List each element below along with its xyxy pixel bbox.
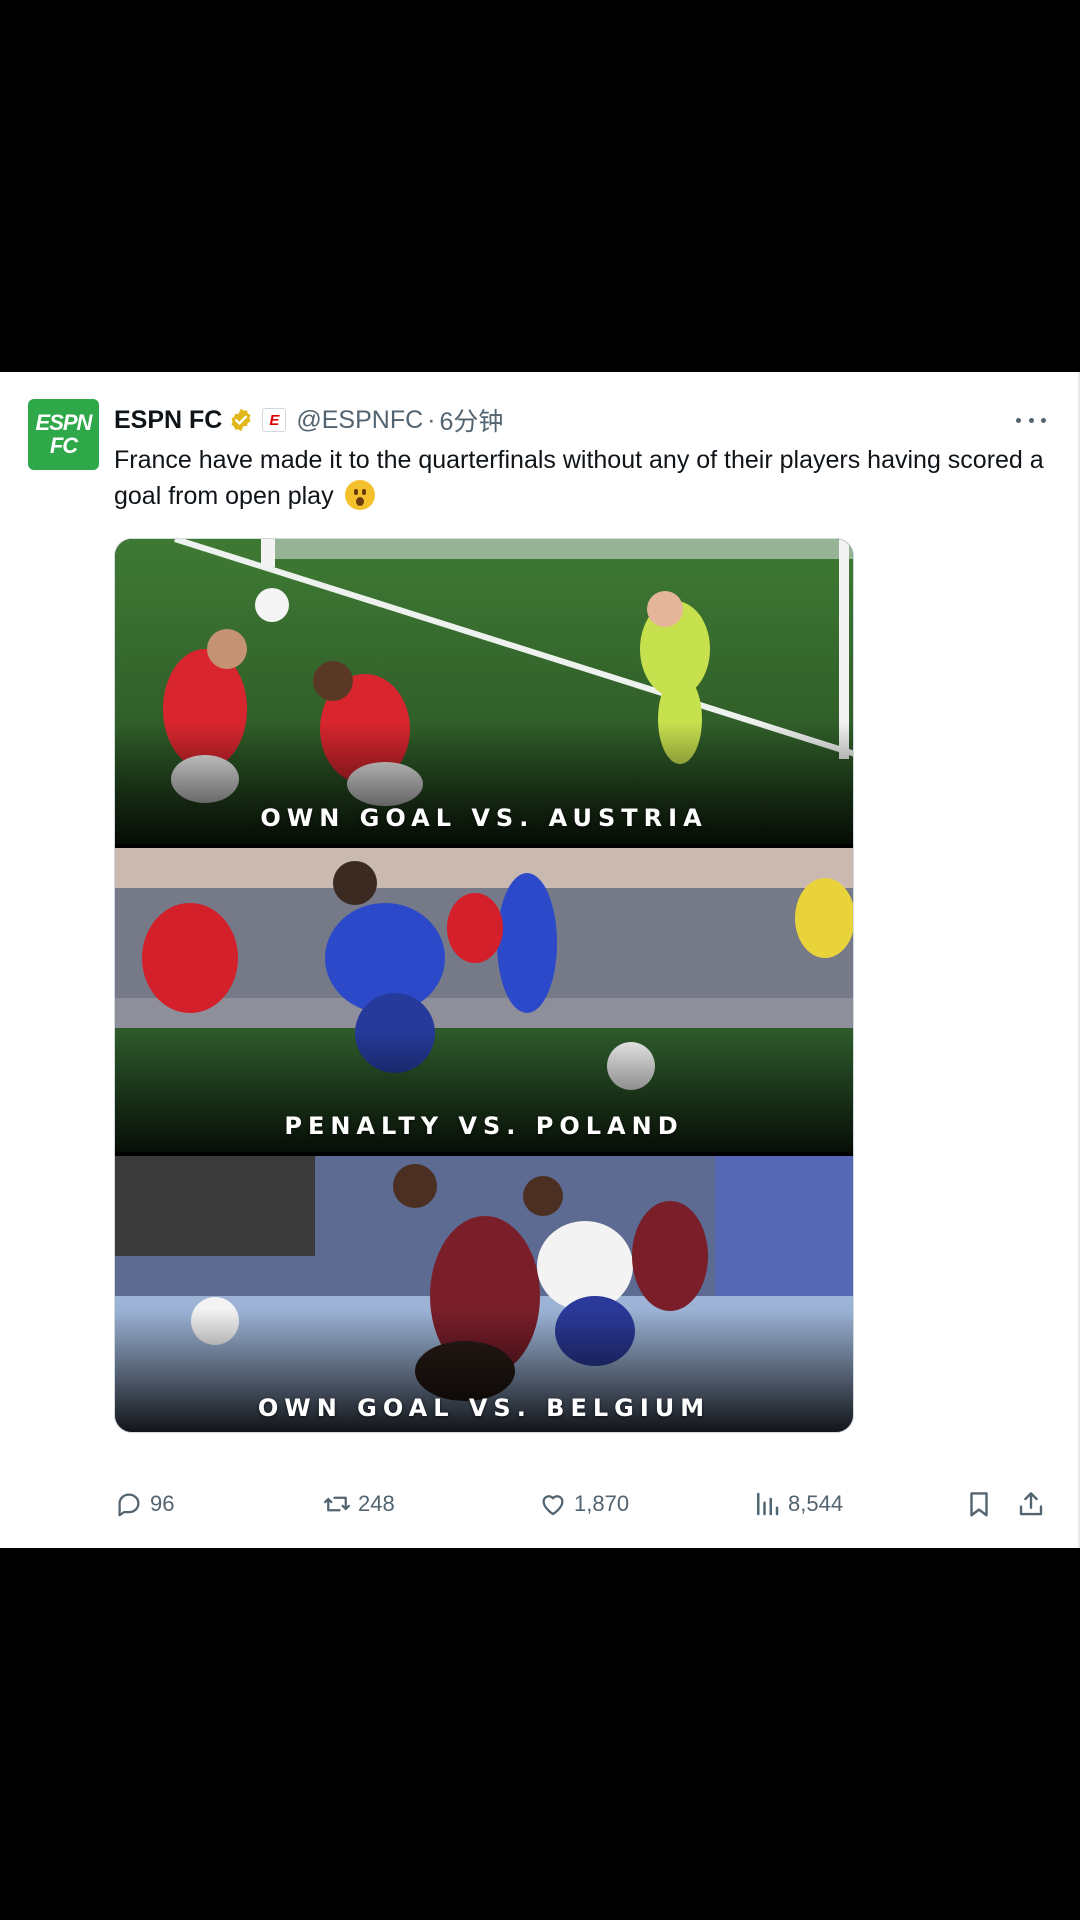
display-name[interactable]: ESPN FC	[114, 406, 222, 435]
share-icon	[1019, 1492, 1043, 1516]
separator-dot: ·	[427, 405, 436, 434]
heart-icon	[542, 1495, 564, 1516]
retweet-icon	[324, 1496, 350, 1512]
reply-button[interactable]: 96	[114, 1484, 174, 1524]
tweet-card[interactable]: ESPN FC ESPN FC E @ESPNFC · 6分钟 France h…	[0, 372, 1080, 1548]
media-panel-austria[interactable]: OWN GOAL VS. AUSTRIA	[115, 539, 853, 844]
share-button[interactable]	[1016, 1484, 1046, 1524]
views-button[interactable]: 8,544	[752, 1484, 843, 1524]
user-handle[interactable]: @ESPNFC	[296, 406, 423, 435]
like-count: 1,870	[574, 1491, 630, 1516]
more-options-icon[interactable]	[1016, 408, 1046, 432]
tweet-actions: 96 248 1,870 8,544	[114, 1484, 1048, 1524]
tweet-body: France have made it to the quarterfinals…	[114, 446, 1044, 510]
avatar-text-line2: FC	[49, 433, 78, 458]
tweet-header: ESPN FC E @ESPNFC · 6分钟	[114, 402, 503, 438]
tweet-media[interactable]: OWN GOAL VS. AUSTRIA PENALTY VS. POLAND …	[114, 538, 854, 1433]
panel-caption-austria: OWN GOAL VS. AUSTRIA	[260, 804, 708, 832]
affiliate-badge-icon[interactable]: E	[262, 408, 287, 432]
affiliate-badge-letter: E	[269, 411, 280, 429]
avatar-text-line1: ESPN	[35, 410, 93, 435]
retweet-count: 248	[358, 1491, 395, 1516]
tweet-text: France have made it to the quarterfinals…	[114, 442, 1054, 514]
verified-icon[interactable]	[228, 407, 254, 433]
like-button[interactable]: 1,870	[538, 1484, 629, 1524]
panel-caption-poland: PENALTY VS. POLAND	[284, 1112, 684, 1140]
media-panel-belgium[interactable]: OWN GOAL VS. BELGIUM	[115, 1156, 853, 1432]
reply-icon	[118, 1493, 140, 1517]
belgium-photo	[115, 1156, 853, 1432]
views-bar-chart-icon	[757, 1492, 779, 1516]
poland-photo	[115, 848, 853, 1152]
bookmark-icon	[970, 1492, 988, 1517]
panel-caption-belgium: OWN GOAL VS. BELGIUM	[257, 1394, 711, 1422]
bookmark-button[interactable]	[964, 1484, 994, 1524]
austria-photo	[115, 539, 853, 844]
views-count: 8,544	[788, 1491, 844, 1516]
reply-count: 96	[150, 1491, 175, 1516]
timestamp[interactable]: 6分钟	[439, 402, 503, 438]
screen: ESPN FC ESPN FC E @ESPNFC · 6分钟 France h…	[0, 0, 1080, 1920]
media-panel-poland[interactable]: PENALTY VS. POLAND	[115, 848, 853, 1152]
avatar[interactable]: ESPN FC	[28, 399, 99, 470]
astonished-face-emoji-icon	[344, 480, 375, 510]
retweet-button[interactable]: 248	[322, 1484, 395, 1524]
